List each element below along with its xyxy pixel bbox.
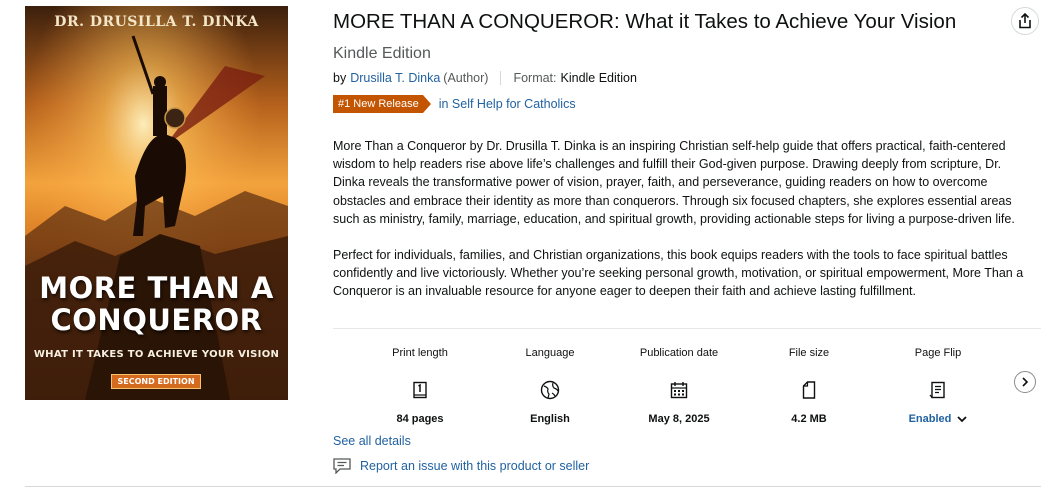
chevron-right-icon: [1022, 377, 1029, 387]
by-label: by: [333, 71, 347, 85]
author-link[interactable]: Drusilla T. Dinka: [350, 71, 440, 85]
badge-category-link[interactable]: in Self Help for Catholics: [439, 97, 576, 111]
edition-subtitle: Kindle Edition: [333, 45, 431, 62]
share-button[interactable]: [1011, 7, 1039, 35]
cover-title-line2: CONQUEROR: [50, 303, 263, 337]
report-issue-link[interactable]: Report an issue with this product or sel…: [333, 458, 589, 474]
cover-title-text: MORE THAN A CONQUEROR: [25, 272, 288, 336]
product-description: More Than a Conqueror by Dr. Drusilla T.…: [333, 137, 1033, 301]
detail-value: May 8, 2025: [648, 413, 710, 425]
detail-file-size: File size 4.2 MB: [754, 347, 864, 425]
bestseller-row: #1 New Release in Self Help for Catholic…: [333, 95, 576, 113]
page-flip-icon: [929, 381, 945, 399]
format-label: Format:: [513, 71, 557, 85]
book-pages-icon: [413, 381, 427, 399]
detail-value: English: [530, 413, 570, 425]
detail-value: 84 pages: [396, 413, 444, 425]
cover-subtitle-text: WHAT IT TAKES TO ACHIEVE YOUR VISION: [33, 349, 280, 360]
report-issue-label: Report an issue with this product or sel…: [360, 459, 590, 473]
detail-publication-date: Publication date May 8, 2025: [624, 347, 734, 425]
detail-value: Enabled: [908, 413, 952, 425]
page-flip-toggle[interactable]: Enabled: [883, 413, 993, 425]
new-release-badge[interactable]: #1 New Release: [333, 95, 431, 113]
product-details-carousel: Print length 84 pages Language English P…: [333, 347, 1013, 425]
product-title: MORE THAN A CONQUEROR: What it Takes to …: [333, 10, 957, 33]
see-all-details-link[interactable]: See all details: [333, 434, 411, 448]
chevron-down-icon: [957, 415, 968, 422]
description-paragraph: More Than a Conqueror by Dr. Drusilla T.…: [333, 139, 1015, 226]
description-paragraph: Perfect for individuals, families, and C…: [333, 248, 1024, 299]
globe-icon: [540, 380, 560, 400]
detail-print-length: Print length 84 pages: [365, 347, 475, 425]
detail-label: File size: [788, 347, 830, 359]
detail-language: Language English: [495, 347, 605, 425]
report-comment-icon: [333, 458, 351, 474]
bottom-divider: [25, 486, 1041, 487]
detail-label: Language: [525, 347, 575, 359]
cover-author-text: DR. DRUSILLA T. DINKA: [54, 14, 259, 30]
share-icon: [1019, 13, 1031, 29]
file-icon: [802, 381, 816, 399]
byline-divider: [500, 71, 502, 85]
cover-title-line1: MORE THAN A: [39, 271, 274, 305]
detail-label: Publication date: [639, 347, 719, 359]
detail-page-flip: Page Flip Enabled: [883, 347, 993, 425]
detail-value: 4.2 MB: [791, 413, 827, 425]
byline: by Drusilla T. Dinka (Author) Format: Ki…: [333, 71, 637, 85]
book-cover-image[interactable]: DR. DRUSILLA T. DINKA MORE THAN A CONQUE…: [25, 6, 288, 400]
cover-edition-badge: SECOND EDITION: [111, 374, 201, 389]
detail-label: Page Flip: [914, 347, 962, 359]
detail-label: Print length: [392, 347, 448, 359]
carousel-next-button[interactable]: [1014, 371, 1036, 393]
format-value: Kindle Edition: [560, 71, 637, 85]
calendar-icon: [670, 382, 688, 399]
cover-artwork: [25, 6, 288, 400]
author-role: (Author): [443, 71, 489, 85]
section-divider: [333, 328, 1041, 329]
